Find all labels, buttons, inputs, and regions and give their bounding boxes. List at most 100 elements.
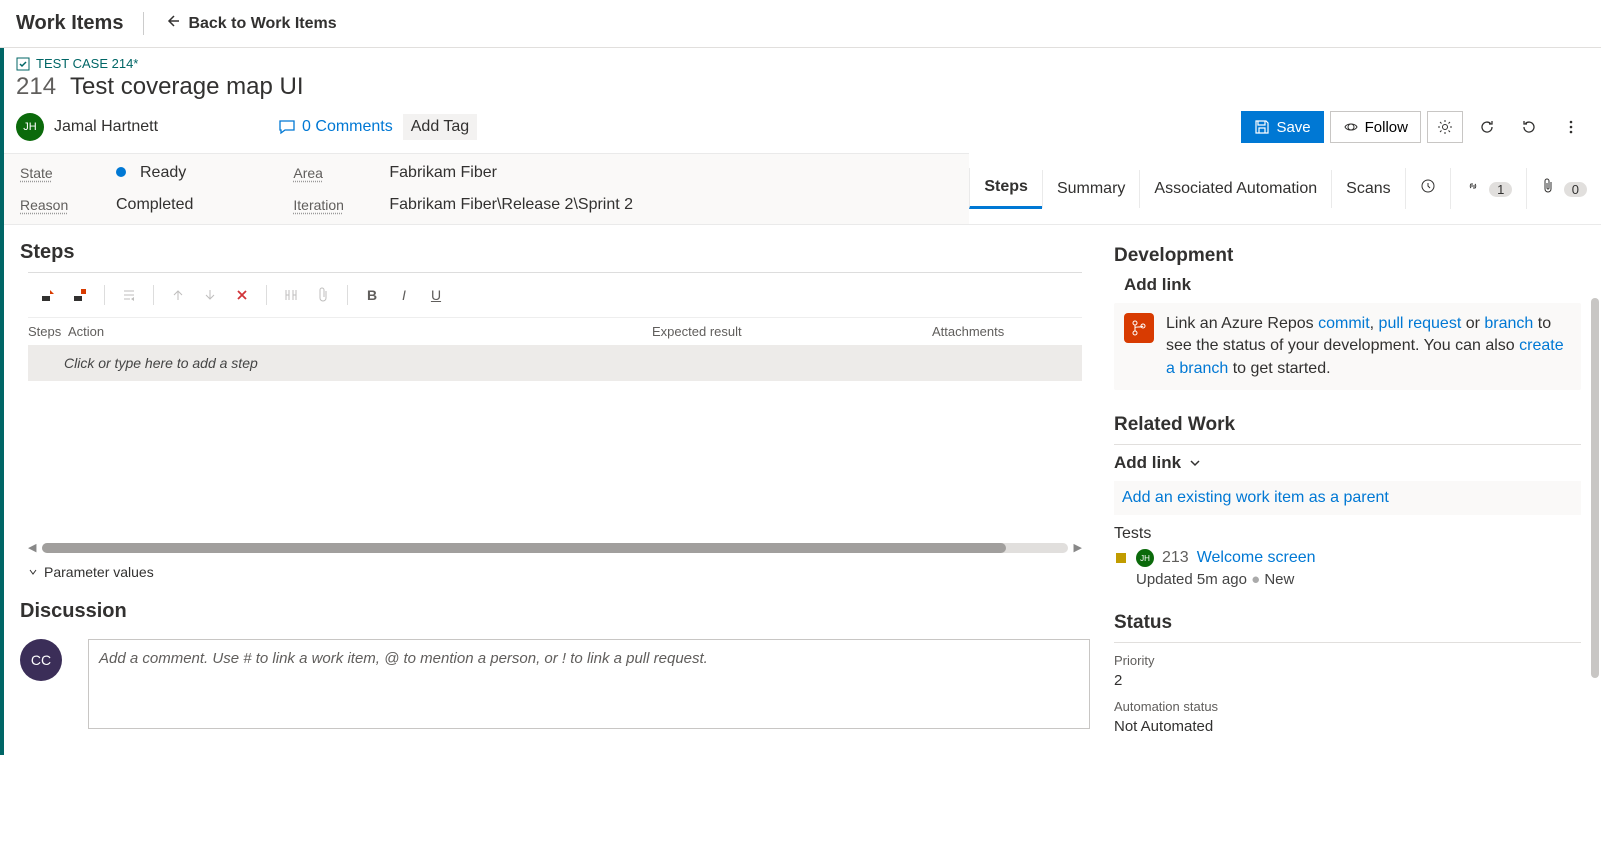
outdent-icon bbox=[121, 287, 137, 303]
vertical-scrollbar[interactable] bbox=[1591, 298, 1599, 678]
iteration-value[interactable]: Fabrikam Fiber\Release 2\Sprint 2 bbox=[389, 196, 633, 214]
delete-step-button[interactable] bbox=[228, 281, 256, 309]
parameter-values-toggle[interactable]: Parameter values bbox=[4, 560, 1106, 584]
shared-step-icon bbox=[72, 287, 88, 303]
development-info: Link an Azure Repos commit, pull request… bbox=[1114, 303, 1581, 390]
test-item[interactable]: JH 213 Welcome screen bbox=[1114, 549, 1581, 567]
back-button[interactable]: Back to Work Items bbox=[144, 13, 336, 34]
settings-button[interactable] bbox=[1427, 111, 1463, 143]
reason-value[interactable]: Completed bbox=[116, 196, 193, 214]
branch-link[interactable]: branch bbox=[1484, 315, 1533, 332]
undo-button[interactable] bbox=[1511, 111, 1547, 143]
add-tag-button[interactable]: Add Tag bbox=[403, 114, 477, 140]
param-icon bbox=[283, 288, 299, 302]
attachment-icon bbox=[1541, 178, 1555, 194]
comment-input[interactable]: Add a comment. Use # to link a work item… bbox=[88, 639, 1090, 729]
assignee-name[interactable]: Jamal Hartnett bbox=[54, 118, 158, 136]
tab-steps[interactable]: Steps bbox=[969, 168, 1042, 209]
back-label: Back to Work Items bbox=[188, 15, 336, 33]
history-icon bbox=[1420, 178, 1436, 194]
follow-button[interactable]: Follow bbox=[1330, 111, 1421, 143]
branch-icon bbox=[1124, 313, 1154, 343]
refresh-button[interactable] bbox=[1469, 111, 1505, 143]
back-arrow-icon bbox=[164, 13, 180, 34]
add-step-placeholder[interactable]: Click or type here to add a step bbox=[28, 345, 1082, 381]
add-parent-link[interactable]: Add an existing work item as a parent bbox=[1114, 481, 1581, 515]
underline-button[interactable]: U bbox=[422, 281, 450, 309]
undo-icon bbox=[1521, 119, 1537, 135]
chevron-down-icon bbox=[1189, 457, 1201, 469]
refresh-icon bbox=[1479, 119, 1495, 135]
side-panel: Development Add link Link an Azure Repos… bbox=[1106, 225, 1601, 755]
add-link-development[interactable]: Add link bbox=[1114, 275, 1581, 295]
link-icon bbox=[1465, 178, 1481, 194]
x-icon bbox=[235, 288, 249, 302]
test-case-icon bbox=[1114, 551, 1128, 565]
col-steps: Steps bbox=[28, 324, 68, 339]
insert-step-button[interactable] bbox=[34, 281, 62, 309]
development-heading: Development bbox=[1114, 245, 1581, 267]
assignee-avatar[interactable]: JH bbox=[16, 113, 44, 141]
current-user-avatar: CC bbox=[20, 639, 62, 681]
commit-link[interactable]: commit bbox=[1318, 315, 1370, 332]
comments-button[interactable]: 0 Comments bbox=[278, 118, 393, 136]
gear-icon bbox=[1437, 119, 1453, 135]
test-meta: Updated 5m ago ● New bbox=[1114, 571, 1581, 588]
bold-button[interactable]: B bbox=[358, 281, 386, 309]
arrow-down-icon bbox=[203, 288, 217, 302]
links-count: 1 bbox=[1489, 182, 1512, 197]
steps-columns: Steps Action Expected result Attachments bbox=[4, 318, 1106, 345]
outdent-button[interactable] bbox=[115, 281, 143, 309]
pr-link[interactable]: pull request bbox=[1379, 315, 1462, 332]
chevron-down-icon bbox=[28, 567, 38, 577]
comments-count: 0 Comments bbox=[302, 118, 393, 136]
insert-param-button[interactable] bbox=[277, 281, 305, 309]
attachments-count: 0 bbox=[1564, 182, 1587, 197]
more-button[interactable] bbox=[1553, 111, 1589, 143]
tab-summary[interactable]: Summary bbox=[1042, 170, 1139, 208]
reason-label: Reason bbox=[20, 197, 80, 213]
add-link-label: Add link bbox=[1114, 453, 1181, 473]
add-link-dropdown[interactable]: Add link bbox=[1114, 453, 1581, 473]
status-heading: Status bbox=[1114, 612, 1581, 634]
kebab-icon bbox=[1569, 119, 1573, 135]
discussion-heading: Discussion bbox=[4, 584, 1106, 631]
col-expected: Expected result bbox=[652, 324, 932, 339]
italic-button[interactable]: I bbox=[390, 281, 418, 309]
workitem-id: 214 bbox=[16, 73, 56, 101]
tab-scans[interactable]: Scans bbox=[1331, 170, 1404, 208]
iteration-label: Iteration bbox=[293, 197, 353, 213]
attach-button[interactable] bbox=[309, 281, 337, 309]
test-assignee-avatar: JH bbox=[1136, 549, 1154, 567]
test-name[interactable]: Welcome screen bbox=[1197, 549, 1316, 567]
arrow-up-icon bbox=[171, 288, 185, 302]
steps-heading: Steps bbox=[4, 225, 1106, 272]
area-value[interactable]: Fabrikam Fiber bbox=[389, 164, 497, 182]
state-dot-icon bbox=[116, 167, 126, 177]
breadcrumb[interactable]: TEST CASE 214* bbox=[4, 48, 1601, 73]
workitem-title[interactable]: Test coverage map UI bbox=[70, 73, 303, 101]
insert-step-icon bbox=[40, 287, 56, 303]
breadcrumb-text: TEST CASE 214* bbox=[36, 56, 138, 71]
save-label: Save bbox=[1276, 119, 1310, 136]
tab-links[interactable]: 1 bbox=[1450, 168, 1527, 209]
automation-status-value[interactable]: Not Automated bbox=[1114, 718, 1581, 735]
test-id: 213 bbox=[1162, 549, 1189, 567]
save-button[interactable]: Save bbox=[1241, 111, 1323, 143]
move-down-button[interactable] bbox=[196, 281, 224, 309]
state-label: State bbox=[20, 165, 80, 181]
col-attachments: Attachments bbox=[932, 324, 1082, 339]
priority-label: Priority bbox=[1114, 653, 1581, 668]
insert-shared-step-button[interactable] bbox=[66, 281, 94, 309]
tab-associated-automation[interactable]: Associated Automation bbox=[1139, 170, 1331, 208]
steps-toolbar: B I U bbox=[28, 272, 1082, 318]
tab-attachments[interactable]: 0 bbox=[1526, 168, 1601, 209]
tab-history[interactable] bbox=[1405, 168, 1450, 209]
move-up-button[interactable] bbox=[164, 281, 192, 309]
steps-scrollbar[interactable]: ◀ ▶ bbox=[28, 541, 1082, 554]
col-action: Action bbox=[68, 324, 652, 339]
paperclip-icon bbox=[317, 287, 329, 303]
tests-label: Tests bbox=[1114, 525, 1581, 543]
state-value[interactable]: Ready bbox=[140, 164, 186, 181]
priority-value[interactable]: 2 bbox=[1114, 672, 1581, 689]
